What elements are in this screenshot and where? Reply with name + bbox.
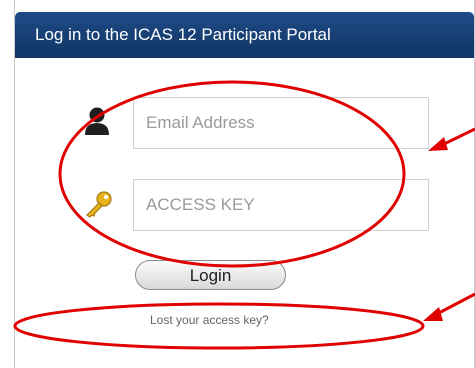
access-key-input[interactable] <box>134 180 428 230</box>
panel-title: Log in to the ICAS 12 Participant Portal <box>15 12 474 58</box>
login-button[interactable]: Login <box>135 260 286 290</box>
lost-access-key-link[interactable]: Lost your access key? <box>150 313 269 327</box>
email-input[interactable] <box>134 98 428 148</box>
user-icon <box>84 106 110 141</box>
key-icon <box>84 190 114 223</box>
email-field[interactable] <box>133 97 429 149</box>
access-key-field[interactable] <box>133 179 429 231</box>
